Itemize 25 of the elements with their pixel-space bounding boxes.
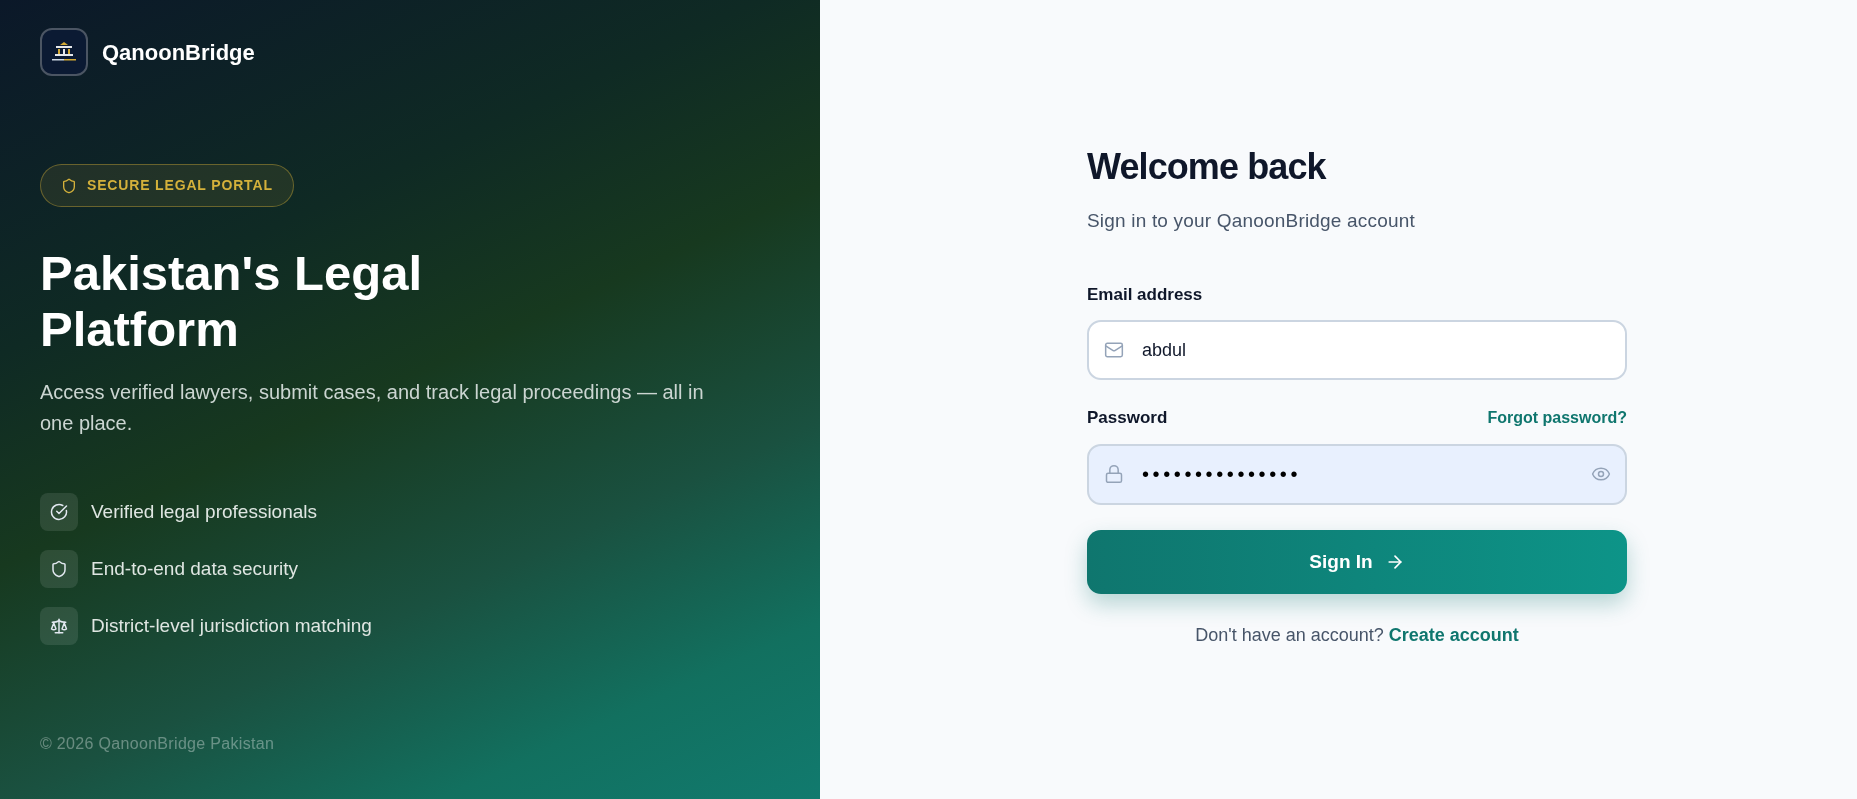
forgot-password-link[interactable]: Forgot password? bbox=[1487, 406, 1627, 430]
logo-icon bbox=[40, 28, 88, 76]
hero-description: Access verified lawyers, submit cases, and track legal proceedings — all in one place. bbox=[40, 380, 705, 436]
brand-name: QanoonBridge bbox=[102, 38, 255, 67]
email-label: Email address bbox=[1087, 284, 1203, 306]
create-account-link[interactable]: Create account bbox=[1388, 622, 1519, 648]
feature-text: End-to-end data security bbox=[91, 556, 298, 581]
copyright-text: © 2026 QanoonBridge Pakistan bbox=[40, 735, 275, 752]
lock-icon bbox=[1104, 464, 1124, 484]
welcome-subtitle: Sign in to your QanoonBridge account bbox=[1087, 209, 1416, 233]
feature-text: District-level jurisdiction matching bbox=[91, 613, 372, 638]
email-field[interactable]: abdul bbox=[1087, 320, 1627, 380]
eye-icon[interactable] bbox=[1591, 464, 1611, 484]
sign-in-button[interactable]: Sign In bbox=[1087, 530, 1627, 594]
password-field[interactable]: ••••••••••••••• bbox=[1087, 444, 1627, 505]
shield-icon bbox=[40, 550, 78, 588]
mail-icon bbox=[1104, 340, 1124, 360]
hero-title: Pakistan's Legal Platform bbox=[40, 245, 424, 357]
portal-tagline: SECURE LEGAL PORTAL bbox=[87, 176, 273, 195]
welcome-heading: Welcome back bbox=[1087, 147, 1328, 187]
shield-icon bbox=[61, 177, 77, 194]
signup-prompt: Don't have an account? bbox=[1195, 624, 1384, 647]
scales-icon bbox=[40, 607, 78, 645]
password-label: Password bbox=[1087, 407, 1168, 429]
feature-text: Verified legal professionals bbox=[91, 499, 318, 524]
